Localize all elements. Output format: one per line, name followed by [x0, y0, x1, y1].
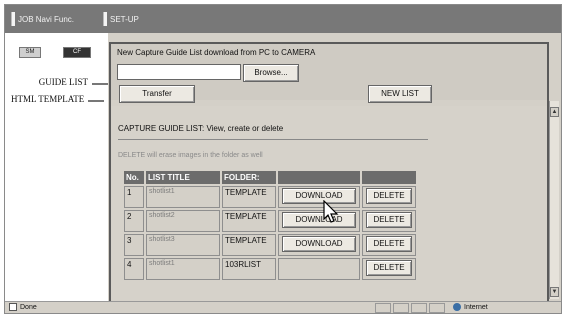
tab-setup-label: SET-UP [110, 14, 139, 24]
file-path-input[interactable] [117, 64, 241, 80]
nav-item-html-template-label: HTML TEMPLATE [11, 94, 85, 104]
delete-button[interactable]: DELETE [366, 260, 412, 276]
ie-page-icon [9, 303, 17, 311]
row-number: 1 [124, 186, 144, 208]
download-cell-empty [278, 258, 360, 280]
delete-warning-note: DELETE will erase images in the folder a… [118, 152, 263, 159]
row-number: 3 [124, 234, 144, 256]
guide-list-title: CAPTURE GUIDE LIST: View, create or dele… [118, 124, 284, 133]
divider [118, 139, 428, 140]
status-message: Done [9, 303, 37, 311]
folder-cell: TEMPLATE [222, 234, 276, 256]
arrow-icon [92, 80, 108, 85]
scroll-down-icon[interactable]: ▼ [550, 287, 559, 297]
notch-icon [11, 12, 15, 26]
nav-item-guide-list-label: GUIDE LIST [38, 77, 88, 87]
new-list-button[interactable]: NEW LIST [368, 85, 432, 103]
tab-setup[interactable]: SET-UP [103, 12, 139, 26]
delete-cell: DELETE [362, 210, 416, 232]
download-cell: DOWNLOAD [278, 234, 360, 256]
download-button[interactable]: DOWNLOAD [282, 212, 356, 228]
browse-button[interactable]: Browse... [243, 64, 299, 82]
status-cell [393, 303, 409, 313]
main-panel: New Capture Guide List download from PC … [109, 42, 549, 304]
column-header-delete [362, 171, 416, 184]
delete-button[interactable]: DELETE [366, 188, 412, 204]
status-cell [429, 303, 445, 313]
column-header-folder: FOLDER: [222, 171, 276, 184]
delete-cell: DELETE [362, 234, 416, 256]
status-text: Done [20, 303, 37, 311]
status-cell [375, 303, 391, 313]
column-header-title: LIST TITLE [146, 171, 220, 184]
left-nav: SM CF GUIDE LIST HTML TEMPLATE [5, 33, 108, 301]
folder-cell: TEMPLATE [222, 210, 276, 232]
guide-list-table: No. LIST TITLE FOLDER: 1 shotlist1 TEMPL… [122, 169, 418, 282]
globe-icon [453, 303, 461, 311]
download-title: New Capture Guide List download from PC … [117, 48, 316, 57]
scroll-up-icon[interactable]: ▲ [550, 107, 559, 117]
list-title-cell: shotlist1 [146, 186, 220, 208]
download-cell: DOWNLOAD [278, 210, 360, 232]
download-section: New Capture Guide List download from PC … [111, 44, 547, 103]
arrow-icon [88, 97, 105, 102]
list-title-cell: shotlist2 [146, 210, 220, 232]
table-row: 3 shotlist3 TEMPLATE DOWNLOAD DELETE [124, 234, 416, 256]
transfer-button[interactable]: Transfer [119, 85, 195, 103]
vertical-scrollbar[interactable]: ▲ ▼ [549, 101, 559, 299]
camera-cf-button[interactable]: CF [63, 47, 91, 58]
row-number: 4 [124, 258, 144, 280]
tab-job-navi-label: JOB Navi Func. [18, 14, 75, 24]
status-bar: Done Internet [5, 301, 561, 313]
folder-cell: TEMPLATE [222, 186, 276, 208]
notch-icon [103, 12, 107, 26]
zone-label: Internet [464, 303, 488, 311]
table-header-row: No. LIST TITLE FOLDER: [124, 171, 416, 184]
nav-item-html-template[interactable]: HTML TEMPLATE [11, 94, 105, 104]
delete-button[interactable]: DELETE [366, 212, 412, 228]
folder-cell: 103RLIST [222, 258, 276, 280]
delete-cell: DELETE [362, 258, 416, 280]
table-row: 4 shotlist1 103RLIST DELETE [124, 258, 416, 280]
download-button[interactable]: DOWNLOAD [282, 188, 356, 204]
tab-job-navi[interactable]: JOB Navi Func. [11, 12, 74, 26]
security-zone: Internet [453, 303, 488, 311]
status-cell [411, 303, 427, 313]
column-header-download [278, 171, 360, 184]
cursor-icon [323, 200, 339, 223]
delete-cell: DELETE [362, 186, 416, 208]
list-title-cell: shotlist1 [146, 258, 220, 280]
list-title-cell: shotlist3 [146, 234, 220, 256]
top-header: JOB Navi Func. SET-UP [5, 5, 561, 33]
delete-button[interactable]: DELETE [366, 236, 412, 252]
download-cell: DOWNLOAD [278, 186, 360, 208]
browser-window: JOB Navi Func. SET-UP SM CF GUIDE LIST H… [4, 4, 562, 314]
table-row: 1 shotlist1 TEMPLATE DOWNLOAD DELETE [124, 186, 416, 208]
table-row: 2 shotlist2 TEMPLATE DOWNLOAD DELETE [124, 210, 416, 232]
download-button[interactable]: DOWNLOAD [282, 236, 356, 252]
camera-sm-button[interactable]: SM [19, 47, 41, 58]
column-header-no: No. [124, 171, 144, 184]
nav-item-guide-list[interactable]: GUIDE LIST [39, 77, 108, 87]
row-number: 2 [124, 210, 144, 232]
